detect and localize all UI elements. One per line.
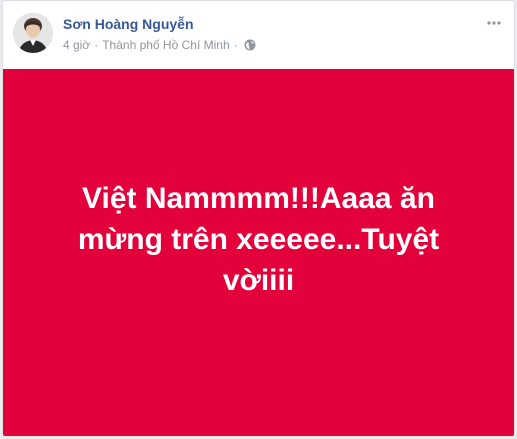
profile-photo (13, 13, 53, 53)
meta-separator-2: · (233, 38, 238, 52)
meta-separator: · (94, 38, 99, 52)
post-meta: 4 giờ · Thành phố Hồ Chí Minh · (63, 38, 256, 52)
status-text: Việt Nammmm!!!Aaaa ăn mừng trên xeeeee..… (77, 182, 440, 297)
location-link[interactable]: Thành phố Hồ Chí Minh (102, 38, 229, 52)
avatar[interactable] (13, 13, 53, 53)
post-card: Sơn Hoàng Nguyễn 4 giờ · Thành phố Hồ Ch… (2, 0, 515, 437)
author-name-link[interactable]: Sơn Hoàng Nguyễn (63, 16, 194, 32)
globe-icon[interactable] (244, 39, 256, 51)
post-timestamp-link[interactable]: 4 giờ (63, 38, 90, 52)
post-header: Sơn Hoàng Nguyễn 4 giờ · Thành phố Hồ Ch… (3, 1, 514, 63)
more-options-icon[interactable] (484, 13, 504, 33)
status-background: Việt Nammmm!!!Aaaa ăn mừng trên xeeeee..… (3, 69, 514, 436)
